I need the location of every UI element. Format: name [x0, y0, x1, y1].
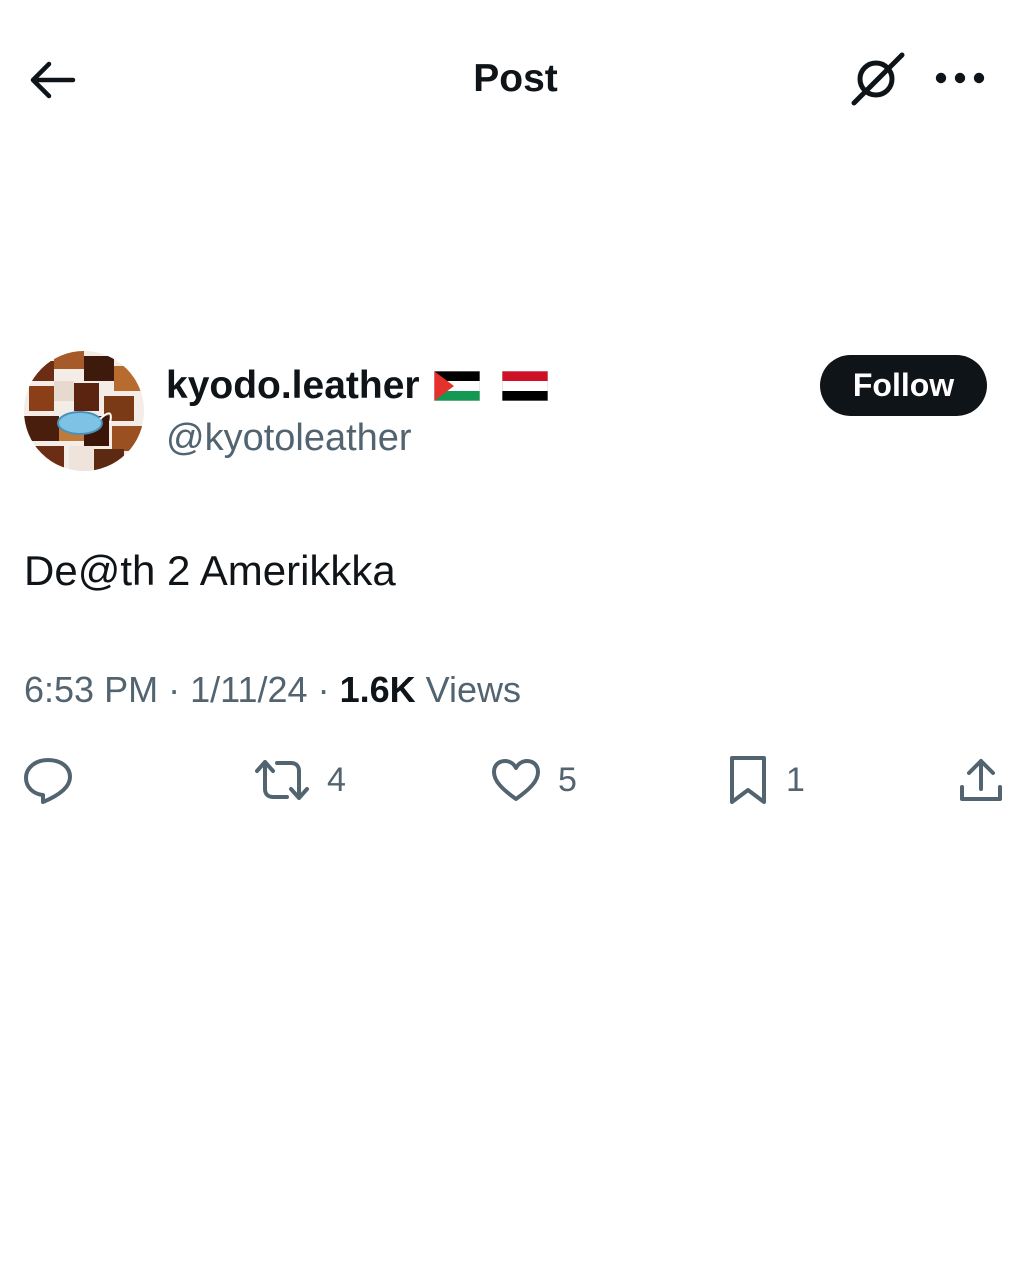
grok-icon	[851, 52, 905, 106]
post-meta: 6:53 PM · 1/11/24 · 1.6K Views	[24, 666, 521, 714]
palestine-flag-icon	[433, 371, 480, 401]
repost-button[interactable]: 4	[253, 752, 346, 808]
post-time[interactable]: 6:53 PM	[24, 669, 158, 710]
reply-icon	[24, 758, 72, 804]
like-count: 5	[558, 760, 577, 799]
views-count: 1.6K	[339, 669, 416, 710]
avatar-image	[24, 351, 144, 471]
post-text: De@th 2 Amerikkka	[24, 547, 396, 594]
repost-count: 4	[327, 760, 346, 799]
more-horizontal-icon	[935, 72, 985, 84]
yemen-flag-icon	[501, 371, 548, 401]
avatar[interactable]	[24, 351, 144, 471]
bookmark-count: 1	[786, 760, 805, 799]
heart-icon	[492, 759, 540, 801]
post-date[interactable]: 1/11/24	[190, 669, 307, 710]
meta-separator: ·	[317, 669, 330, 710]
display-name[interactable]: kyodo.leather	[166, 362, 420, 410]
views-label: Views	[425, 669, 522, 710]
share-button[interactable]	[956, 752, 1022, 808]
display-name-row: kyodo.leather	[166, 362, 548, 410]
repost-icon	[255, 760, 309, 800]
reply-button[interactable]	[22, 752, 90, 808]
bookmark-button[interactable]: 1	[726, 752, 805, 808]
like-button[interactable]: 5	[490, 752, 577, 808]
meta-separator: ·	[168, 669, 181, 710]
follow-button[interactable]: Follow	[820, 355, 987, 416]
more-options-button[interactable]	[928, 54, 992, 102]
grok-button[interactable]	[846, 48, 910, 108]
user-handle[interactable]: @kyotoleather	[166, 414, 412, 462]
share-icon	[960, 759, 1002, 801]
bookmark-icon	[730, 756, 766, 804]
